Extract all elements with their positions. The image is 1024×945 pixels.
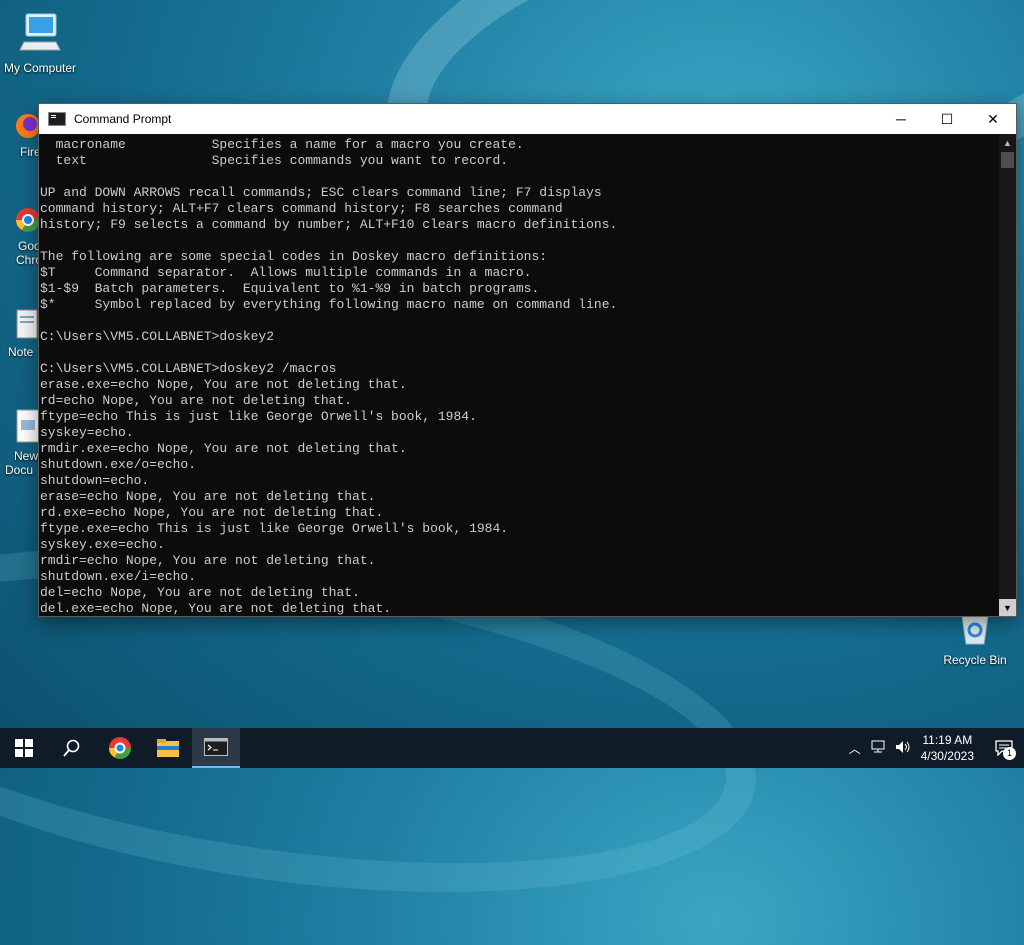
desktop-icon-firefox[interactable]: Fire (14, 112, 41, 159)
volume-icon[interactable] (891, 740, 915, 757)
desktop-icon-label: New (14, 449, 39, 463)
minimize-button[interactable]: ─ (878, 104, 924, 134)
firefox-icon (16, 114, 40, 138)
taskbar-file-explorer[interactable] (144, 728, 192, 768)
chrome-icon (16, 208, 40, 232)
desktop-icon-label: My Computer (3, 61, 77, 75)
scrollbar-thumb[interactable] (1001, 152, 1014, 168)
system-tray: ︿ 11:19 AM 4/30/2023 1 (843, 728, 1024, 768)
windows-logo-icon (15, 739, 33, 757)
console-output[interactable]: macroname Specifies a name for a macro y… (39, 134, 999, 616)
desktop-icon-new-document[interactable]: New Docu (5, 408, 40, 477)
desktop-icon-label: Fire (20, 145, 41, 159)
start-button[interactable] (0, 728, 48, 768)
cmd-icon (48, 112, 66, 126)
taskbar-chrome[interactable] (96, 728, 144, 768)
search-icon (63, 739, 80, 757)
close-button[interactable]: ✕ (970, 104, 1016, 134)
document-icon (16, 409, 40, 443)
command-prompt-window[interactable]: Command Prompt ─ ☐ ✕ macroname Specifies… (39, 104, 1016, 616)
console-text: macroname Specifies a name for a macro y… (40, 137, 618, 616)
desktop-icon-notepad[interactable]: Note (8, 308, 40, 359)
folder-icon (157, 739, 179, 757)
network-icon[interactable] (867, 740, 891, 757)
title-bar[interactable]: Command Prompt ─ ☐ ✕ (39, 104, 1016, 134)
cmd-icon (204, 738, 228, 756)
notepad-icon (16, 309, 38, 339)
desktop-icon-recycle-bin[interactable]: Recycle Bin (935, 610, 1015, 667)
vertical-scrollbar[interactable]: ▲ ▼ (999, 134, 1016, 616)
maximize-button[interactable]: ☐ (924, 104, 970, 134)
scroll-down-arrow-icon[interactable]: ▼ (999, 599, 1016, 616)
desktop-icon-label: Recycle Bin (943, 653, 1007, 667)
desktop-icon-label: Note (8, 345, 34, 359)
search-button[interactable] (48, 728, 96, 768)
action-center-button[interactable]: 1 (984, 728, 1024, 768)
chrome-icon (109, 737, 131, 759)
scroll-up-arrow-icon[interactable]: ▲ (999, 134, 1016, 151)
window-title: Command Prompt (74, 112, 172, 126)
computer-icon (0, 10, 80, 57)
notification-count-badge: 1 (1003, 747, 1016, 760)
desktop-icon-label: Docu (5, 463, 34, 477)
desktop-icon-my-computer[interactable]: My Computer (0, 10, 80, 75)
taskbar-command-prompt[interactable] (192, 728, 240, 768)
clock-date: 4/30/2023 (920, 749, 974, 763)
taskbar: ︿ 11:19 AM 4/30/2023 1 (0, 728, 1024, 768)
desktop-icon-chrome[interactable]: Goo Chro (14, 206, 42, 267)
clock[interactable]: 11:19 AM 4/30/2023 (921, 732, 974, 764)
chevron-up-icon[interactable]: ︿ (843, 740, 867, 757)
clock-time: 11:19 AM (922, 733, 973, 747)
